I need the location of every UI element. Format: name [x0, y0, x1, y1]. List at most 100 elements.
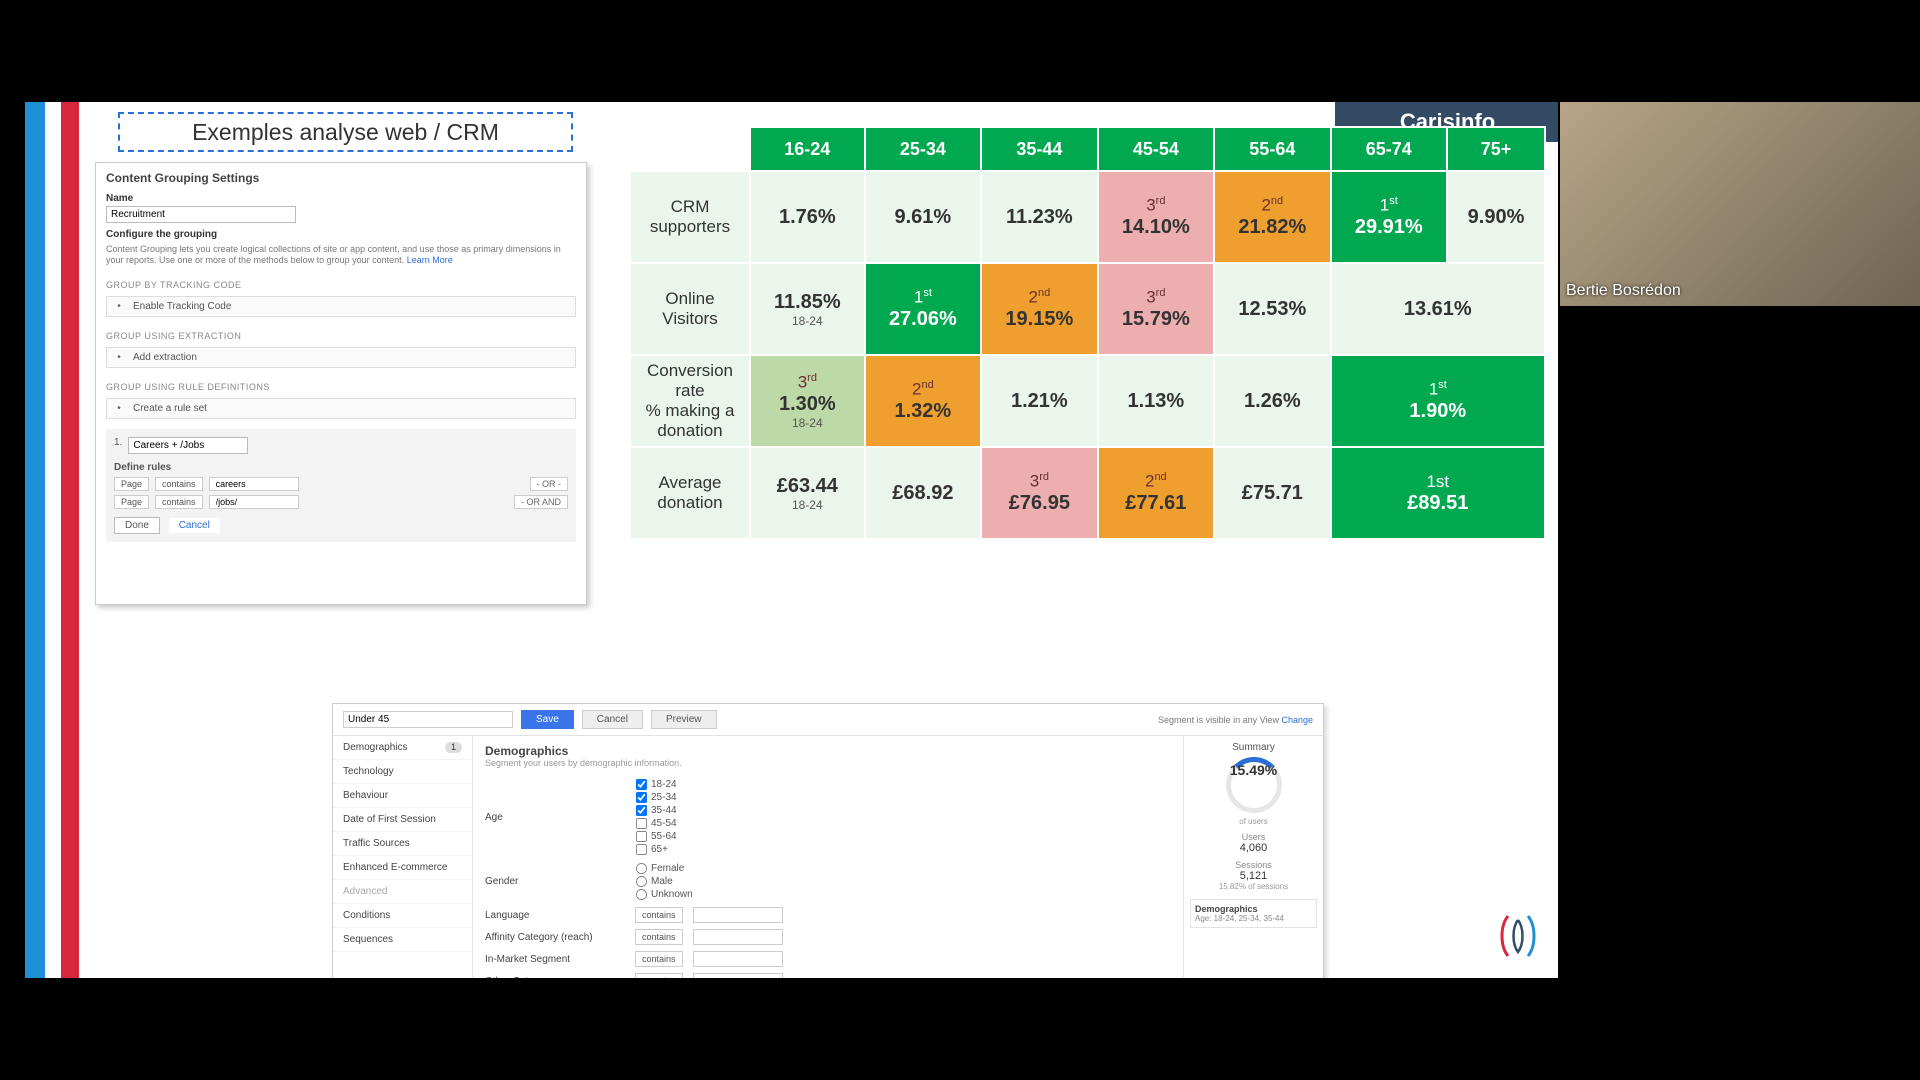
table-cell: 2nd1.32% — [865, 355, 981, 447]
age-checkbox[interactable]: 65+ — [635, 843, 677, 856]
cg-define-rules: Define rules — [114, 462, 568, 473]
cg-extraction-item[interactable]: •Add extraction — [106, 347, 576, 368]
cg-rule-line-1: Page contains - OR - — [114, 477, 568, 491]
gender-radio[interactable]: Unknown — [635, 888, 693, 901]
gender-label: Gender — [485, 876, 625, 887]
language-op[interactable]: contains — [635, 907, 683, 923]
summary-sessions-label: Sessions — [1190, 860, 1317, 870]
age-checkbox[interactable]: 18-24 — [635, 778, 677, 791]
webcam-overlay: Bertie Bosrédon — [1560, 102, 1920, 306]
demo-topbar: Save Cancel Preview Segment is visible i… — [333, 704, 1323, 736]
segment-name-input[interactable] — [343, 711, 513, 728]
table-cell: 1.76% — [750, 171, 865, 263]
cg-rule-value-2[interactable] — [209, 495, 299, 509]
demo-subtitle: Segment your users by demographic inform… — [485, 758, 1171, 768]
summary-users: 4,060 — [1190, 842, 1317, 854]
change-link[interactable]: Change — [1281, 715, 1313, 725]
inmarket-label: In-Market Segment — [485, 954, 625, 965]
sidebar-item[interactable]: Technology — [333, 760, 472, 784]
sidebar-item[interactable]: Advanced — [333, 880, 472, 904]
field-language: Language contains — [485, 907, 1171, 923]
summary-sessions: 5,121 — [1190, 870, 1317, 882]
cg-rule-value-1[interactable] — [209, 477, 299, 491]
gender-radio[interactable]: Female — [635, 862, 693, 875]
cg-heading: Content Grouping Settings — [106, 171, 576, 185]
cg-sect-rules: GROUP USING RULE DEFINITIONS — [106, 382, 576, 392]
slide-title: Exemples analyse web / CRM — [118, 112, 573, 152]
cg-orand-2[interactable]: - OR AND — [514, 495, 568, 509]
age-checkbox[interactable]: 55-64 — [635, 830, 677, 843]
sidebar-item[interactable]: Sequences — [333, 928, 472, 952]
age-checkbox[interactable]: 25-34 — [635, 791, 677, 804]
cg-orand-1[interactable]: - OR - — [530, 477, 569, 491]
cg-name-input[interactable] — [106, 206, 296, 223]
cg-tracking-item[interactable]: •Enable Tracking Code — [106, 296, 576, 317]
table-cell: 1st27.06% — [865, 263, 981, 355]
other-op[interactable]: contains — [635, 973, 683, 978]
col-header: 55-64 — [1214, 127, 1330, 171]
cg-extraction-label: Add extraction — [133, 352, 197, 363]
table-cell: 3rd1.30%18-24 — [750, 355, 865, 447]
col-header: 25-34 — [865, 127, 981, 171]
other-input[interactable] — [693, 973, 783, 978]
webcam-name: Bertie Bosrédon — [1566, 282, 1681, 300]
visibility-text: Segment is visible in any View Change — [1158, 715, 1313, 725]
demographics-panel: Save Cancel Preview Segment is visible i… — [332, 703, 1324, 978]
preview-button[interactable]: Preview — [651, 710, 717, 729]
affinity-label: Affinity Category (reach) — [485, 932, 625, 943]
gender-radio[interactable]: Male — [635, 875, 693, 888]
learn-more-link[interactable]: Learn More — [407, 255, 453, 265]
age-checkbox[interactable]: 35-44 — [635, 804, 677, 817]
summary-users-label: Users — [1190, 832, 1317, 842]
table-cell: 9.90% — [1447, 171, 1545, 263]
sidebar-item[interactable]: Traffic Sources — [333, 832, 472, 856]
inmarket-input[interactable] — [693, 951, 783, 967]
sidebar-item[interactable]: Demographics1 — [333, 736, 472, 760]
sidebar-item[interactable]: Enhanced E-commerce — [333, 856, 472, 880]
cg-sect-tracking: GROUP BY TRACKING CODE — [106, 280, 576, 290]
cg-configure-label: Configure the grouping — [106, 229, 576, 240]
table-cell: 1.26% — [1214, 355, 1330, 447]
cg-rules-item[interactable]: •Create a rule set — [106, 398, 576, 419]
summary-of-users: of users — [1190, 817, 1317, 826]
other-label: Other Category — [485, 976, 625, 979]
plus-icon: • — [113, 403, 125, 414]
table-cell: £68.92 — [865, 447, 981, 539]
sidebar-item[interactable]: Date of First Session — [333, 808, 472, 832]
row-label: CRM supporters — [630, 171, 750, 263]
cg-sect-extraction: GROUP USING EXTRACTION — [106, 331, 576, 341]
demo-heading: Demographics — [485, 744, 1171, 758]
affinity-op[interactable]: contains — [635, 929, 683, 945]
age-label: Age — [485, 812, 625, 823]
field-age: Age 18-24 25-34 35-44 45-54 55-64 65+ — [485, 778, 1171, 856]
inmarket-op[interactable]: contains — [635, 951, 683, 967]
table-cell: 1st29.91% — [1331, 171, 1447, 263]
demo-main: Demographics Segment your users by demog… — [473, 736, 1183, 978]
cg-rule-field[interactable]: Page — [114, 477, 149, 491]
cancel-link[interactable]: Cancel — [169, 518, 220, 533]
cg-name-label: Name — [106, 193, 576, 204]
summary-sessions-pct: 15.82% of sessions — [1190, 882, 1317, 891]
cg-rule-op[interactable]: contains — [155, 477, 203, 491]
cg-rule-field[interactable]: Page — [114, 495, 149, 509]
cg-rule-block: 1. Define rules Page contains - OR - Pag… — [106, 429, 576, 542]
language-input[interactable] — [693, 907, 783, 923]
affinity-input[interactable] — [693, 929, 783, 945]
content-grouping-panel: Content Grouping Settings Name Configure… — [95, 162, 587, 605]
age-checkbox[interactable]: 45-54 — [635, 817, 677, 830]
done-button[interactable]: Done — [114, 517, 160, 534]
table-cell: 3rd14.10% — [1098, 171, 1214, 263]
brand-logo-icon — [1498, 912, 1538, 960]
cg-rule-name-input[interactable] — [128, 437, 248, 454]
sidebar-item[interactable]: Conditions — [333, 904, 472, 928]
cg-rule-op[interactable]: contains — [155, 495, 203, 509]
save-button[interactable]: Save — [521, 710, 574, 729]
summary-box: Demographics Age: 18-24, 25-34, 35-44 — [1190, 899, 1317, 928]
summary-box-title: Demographics — [1195, 904, 1312, 914]
table-cell: 1.13% — [1098, 355, 1214, 447]
cg-rule-line-2: Page contains - OR AND — [114, 495, 568, 509]
sidebar-item[interactable]: Behaviour — [333, 784, 472, 808]
stripe-white — [45, 102, 61, 978]
cg-tracking-label: Enable Tracking Code — [133, 301, 231, 312]
cancel-button[interactable]: Cancel — [582, 710, 643, 729]
